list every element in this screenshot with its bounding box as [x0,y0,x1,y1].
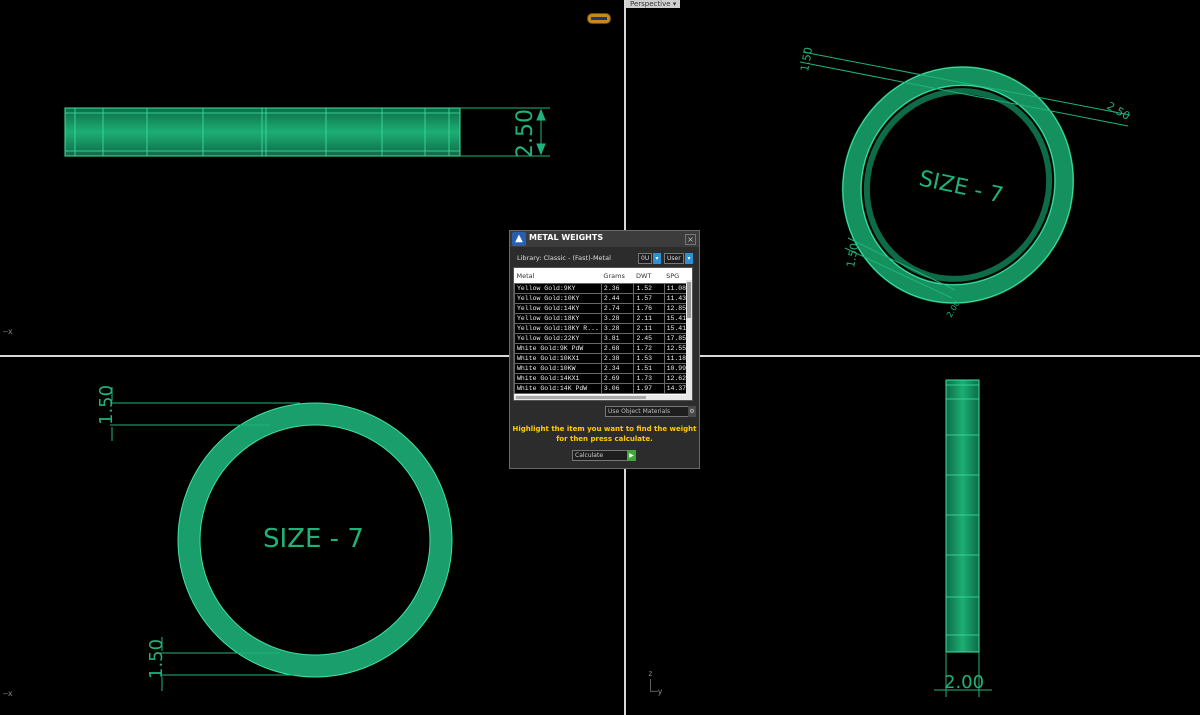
table-row[interactable]: White Gold:9K PdW 2.68 1.72 12.55 [514,343,692,354]
column-header-dwt[interactable]: DWT [633,268,665,284]
grams-cell: 2.68 [600,343,635,354]
ring-band-top [64,107,461,157]
dwt-cell: 2.45 [633,333,665,344]
grams-cell: 2.34 [600,363,635,374]
instruction-line-2: for then press calculate. [556,435,653,443]
calculate-button[interactable]: ▶ [627,450,636,461]
perspective-dimension-c: 1.50 [844,242,861,268]
table-row[interactable]: White Gold:10KW 2.34 1.51 10.99 [514,363,692,374]
dwt-cell: 1.76 [633,303,665,314]
dialog-title: METAL WEIGHTS [529,233,604,242]
dwt-cell: 1.53 [633,353,665,364]
perspective-drawing: 1.50 2.50 1.50 2.00 SIZE - 7 [798,46,1133,319]
grams-cell: 3.28 [600,313,635,324]
unit-dropdown-icon[interactable]: ▾ [653,253,661,264]
dialog-app-icon: ▲ [512,232,526,246]
ring-band-side [945,379,980,653]
front-bottom-dimension: 1.50 [146,639,167,679]
user-dropdown-icon[interactable]: ▾ [685,253,693,264]
dwt-cell: 1.97 [633,383,665,394]
dwt-cell: 1.72 [633,343,665,354]
table-row[interactable]: White Gold:10KX1 2.38 1.53 11.18 [514,353,692,364]
metal-name-cell: Yellow Gold:22KY [514,333,602,344]
app-logo [587,13,611,24]
metal-name-cell: White Gold:14KX1 [514,373,602,384]
grams-cell: 2.38 [600,353,635,364]
grams-cell: 3.28 [600,323,635,334]
object-materials-settings-icon[interactable]: ⚙ [688,406,696,417]
metal-name-cell: Yellow Gold:18KY R... [514,323,602,334]
grams-cell: 2.74 [600,303,635,314]
unit-field[interactable]: 0U [638,253,653,264]
dwt-cell: 1.51 [633,363,665,374]
right-view-drawing: 2.00 [934,379,992,697]
right-width-label: 2.00 [944,672,984,693]
dwt-cell: 2.11 [633,323,665,334]
metal-name-cell: White Gold:9K PdW [514,343,602,354]
metal-name-cell: White Gold:14K PdW [514,383,602,394]
metal-name-cell: Yellow Gold:14KY [514,303,602,314]
perspective-dimension-a: 1.50 [798,46,815,72]
table-horizontal-scrollbar[interactable] [514,395,686,400]
metal-weights-dialog[interactable]: ▲ METAL WEIGHTS × Library: Classic - (Fa… [509,230,700,469]
calculate-field[interactable]: Calculate [572,450,628,461]
dwt-cell: 1.52 [633,283,665,294]
perspective-dimension-b: 2.50 [1105,99,1133,123]
grams-cell: 2.36 [600,283,635,294]
table-row[interactable]: Yellow Gold:18KY R... 3.28 2.11 15.41 [514,323,692,334]
metal-name-cell: White Gold:10KW [514,363,602,374]
table-row[interactable]: Yellow Gold:22KY 3.81 2.45 17.85 [514,333,692,344]
table-row[interactable]: White Gold:14K PdW 3.06 1.97 14.37 [514,383,692,394]
metal-table[interactable]: Metal Grams DWT SPG Yellow Gold:9KY 2.36 1… [513,267,693,401]
viewport-perspective[interactable]: 1.50 2.50 1.50 2.00 SIZE - 7 Perspective… [626,0,1200,355]
grams-cell: 3.81 [600,333,635,344]
dwt-cell: 1.73 [633,373,665,384]
table-header: Metal Grams DWT SPG [514,268,692,284]
grams-cell: 3.06 [600,383,635,394]
grams-cell: 2.44 [600,293,635,304]
metal-name-cell: White Gold:10KX1 [514,353,602,364]
table-row[interactable]: Yellow Gold:14KY 2.74 1.76 12.85 [514,303,692,314]
table-row[interactable]: Yellow Gold:9KY 2.36 1.52 11.08 [514,283,692,294]
table-row[interactable]: Yellow Gold:10KY 2.44 1.57 11.43 [514,293,692,304]
library-label: Library: Classic - (Fast)-Metal [517,254,611,262]
table-row[interactable]: White Gold:14KX1 2.69 1.73 12.62 [514,373,692,384]
dwt-cell: 2.11 [633,313,665,324]
close-icon[interactable]: × [685,234,696,245]
table-row[interactable]: Yellow Gold:18KY 3.28 2.11 15.41 [514,313,692,324]
instruction-text: Highlight the item you want to find the … [510,424,699,444]
size-label-perspective: SIZE - 7 [917,166,1006,208]
top-height-label: 2.50 [513,109,538,158]
size-label-front: SIZE - 7 [263,524,364,554]
column-header-grams[interactable]: Grams [601,268,634,284]
axis-indicator: —x [3,327,13,336]
metal-name-cell: Yellow Gold:9KY [514,283,602,294]
grams-cell: 2.69 [600,373,635,384]
viewport-perspective-tab[interactable]: Perspective ▾ [626,0,681,8]
object-materials-field[interactable]: Use Object Materials [605,406,689,417]
viewport-right[interactable]: 2.00 z | └─y [626,357,1200,715]
instruction-line-1: Highlight the item you want to find the … [512,425,697,433]
dialog-titlebar[interactable]: ▲ METAL WEIGHTS × [510,231,699,247]
dwt-cell: 1.57 [633,293,665,304]
axis-indicator: —x [3,689,13,698]
front-top-dimension: 1.50 [96,385,117,425]
column-header-metal[interactable]: Metal [514,268,602,284]
metal-name-cell: Yellow Gold:10KY [514,293,602,304]
table-vertical-scrollbar[interactable] [686,280,692,400]
axis-indicator-zy: z | └─y [648,669,663,696]
user-field[interactable]: User [664,253,684,264]
metal-name-cell: Yellow Gold:18KY [514,313,602,324]
